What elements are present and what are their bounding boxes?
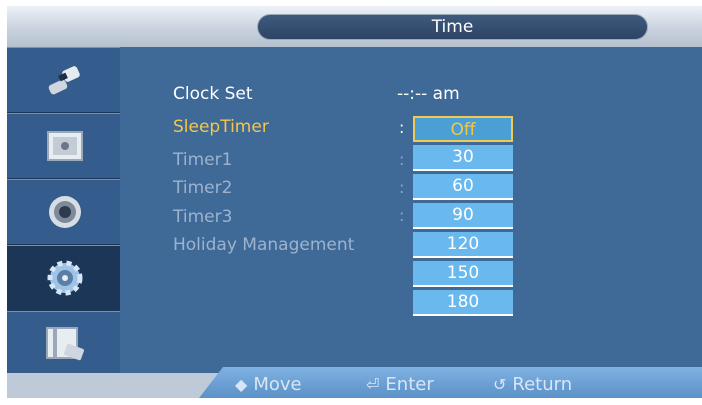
- enter-icon: ⏎: [366, 375, 380, 394]
- menu-item-timer2[interactable]: Timer2: [173, 178, 232, 198]
- dropdown-option-30[interactable]: 30: [413, 145, 513, 171]
- sidebar-tab-picture[interactable]: [7, 113, 120, 179]
- sound-speaker-icon: [49, 196, 81, 228]
- input-plug-icon: [48, 66, 80, 95]
- hint-move: ◆ Move: [235, 374, 302, 395]
- menu-item-timer1[interactable]: Timer1: [173, 150, 232, 170]
- sidebar-tab-multi-control[interactable]: [7, 311, 120, 377]
- hint-enter: ⏎ Enter: [366, 374, 434, 395]
- timer3-colon: :: [399, 206, 405, 225]
- osd-menu: Time Clock Set --:-- am SleepTimer: Tim…: [7, 6, 702, 398]
- picture-icon: [47, 131, 83, 161]
- return-arrow-icon: ↺: [493, 375, 507, 394]
- sidebar-tab-input[interactable]: [7, 47, 120, 113]
- dropdown-option-off[interactable]: Off: [413, 116, 513, 142]
- up-down-arrow-icon: ◆: [235, 375, 248, 394]
- dropdown-option-150[interactable]: 150: [413, 261, 513, 287]
- menu-item-timer3[interactable]: Timer3: [173, 207, 232, 227]
- sidebar-tab-sound[interactable]: [7, 179, 120, 245]
- dropdown-option-60[interactable]: 60: [413, 174, 513, 200]
- timer2-colon: :: [399, 178, 405, 197]
- hint-return: ↺ Return: [493, 374, 572, 395]
- hint-enter-label: Enter: [385, 374, 434, 395]
- dropdown-option-120[interactable]: 120: [413, 232, 513, 258]
- menu-item-holiday-management[interactable]: Holiday Management: [173, 235, 354, 255]
- setup-gear-icon: [47, 260, 83, 296]
- dropdown-option-180[interactable]: 180: [413, 290, 513, 316]
- menu-item-sleep-timer[interactable]: SleepTimer: [173, 117, 269, 137]
- hint-move-label: Move: [253, 374, 302, 395]
- menu-title: Time: [257, 14, 648, 40]
- menu-item-clock-set[interactable]: Clock Set: [173, 84, 253, 104]
- title-bar: Time: [7, 6, 702, 47]
- sleep-timer-colon: :: [399, 118, 405, 137]
- hint-return-label: Return: [512, 374, 573, 395]
- sidebar: [7, 47, 120, 398]
- dropdown-option-90[interactable]: 90: [413, 203, 513, 229]
- timer1-colon: :: [399, 150, 405, 169]
- multi-control-icon: [46, 327, 84, 361]
- sidebar-tab-setup[interactable]: [7, 245, 120, 311]
- clock-set-value: --:-- am: [397, 84, 460, 104]
